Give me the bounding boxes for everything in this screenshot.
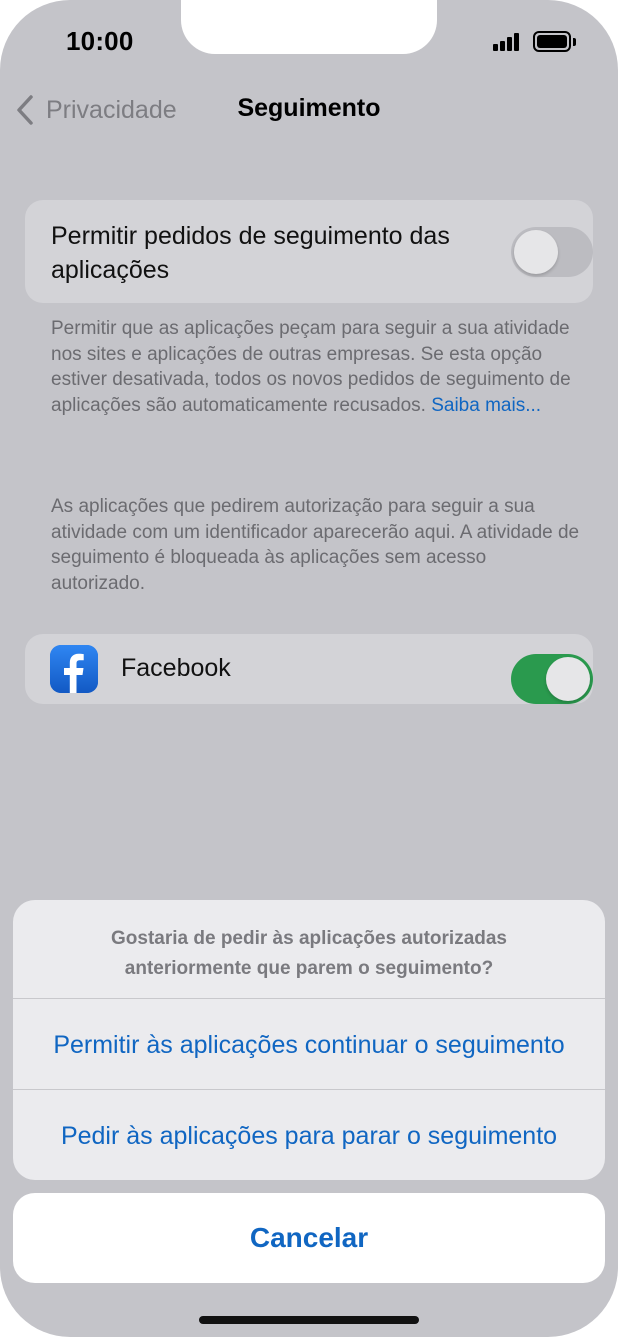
phone-screen: 10:00 Privacidade Seguimento Permitir pe… (0, 0, 618, 1337)
app-name: Facebook (121, 654, 231, 682)
message-line-1: Gostaria de pedir às aplicações autoriza… (111, 928, 507, 949)
divider (13, 1089, 605, 1090)
action-sheet-message: Gostaria de pedir às aplicações autoriza… (13, 924, 605, 984)
allow-tracking-footnote: Permitir que as aplicações peçam para se… (51, 316, 581, 418)
allow-tracking-requests-row: Permitir pedidos de seguimento das aplic… (25, 200, 593, 303)
message-line-2: anteriormente que parem o seguimento? (124, 958, 494, 979)
ask-stop-tracking-button[interactable]: Pedir às aplicações para parar o seguime… (13, 1091, 605, 1180)
learn-more-link[interactable]: Saiba mais... (431, 395, 541, 416)
app-row-facebook: Facebook (25, 634, 593, 704)
cellular-signal-icon (493, 33, 523, 51)
status-time: 10:00 (66, 26, 134, 56)
allow-tracking-toggle[interactable] (511, 227, 593, 277)
battery-icon (533, 31, 571, 52)
notch (181, 0, 437, 54)
cancel-button[interactable]: Cancelar (13, 1193, 605, 1283)
facebook-icon (50, 645, 98, 693)
apps-note: As aplicações que pedirem autorização pa… (51, 496, 580, 594)
home-indicator[interactable] (199, 1316, 419, 1324)
battery-tip (573, 38, 576, 46)
divider (13, 998, 605, 999)
allow-continue-tracking-button[interactable]: Permitir às aplicações continuar o segui… (13, 1000, 605, 1090)
toggle-knob (546, 657, 590, 701)
facebook-tracking-toggle[interactable] (511, 654, 593, 704)
page-title: Seguimento (0, 94, 618, 123)
page-title-text: Seguimento (237, 94, 381, 122)
allow-tracking-label: Permitir pedidos de seguimento das aplic… (51, 222, 450, 284)
toggle-knob (514, 230, 558, 274)
action-sheet: Gostaria de pedir às aplicações autoriza… (13, 900, 605, 1180)
